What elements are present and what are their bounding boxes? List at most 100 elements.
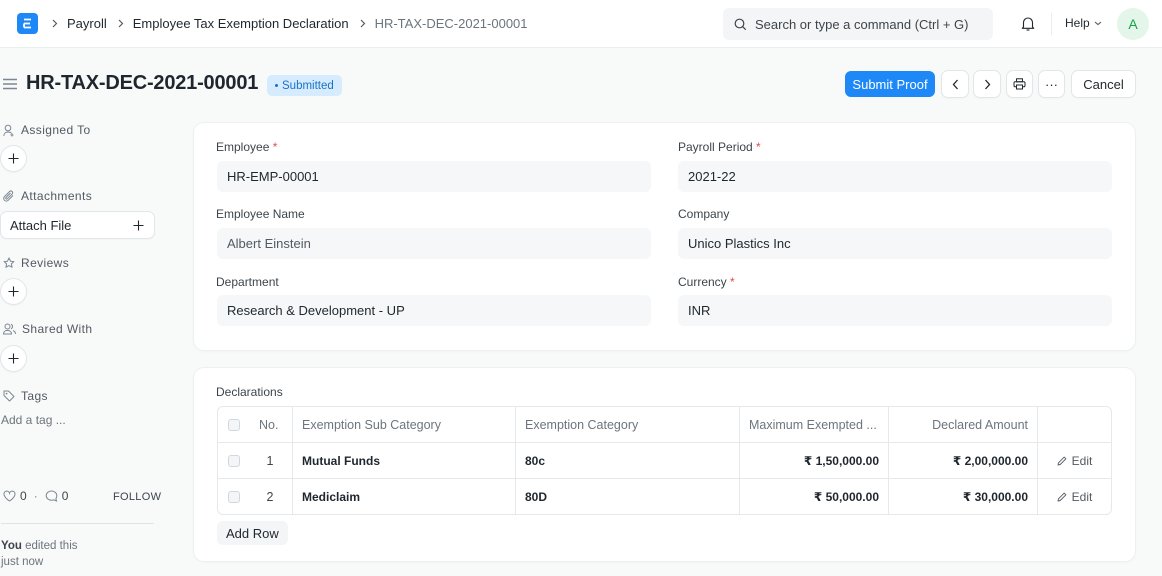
comment-count: 0	[61, 489, 69, 503]
next-record-button[interactable]	[974, 71, 1000, 97]
payroll-period-label: Payroll Period *	[678, 140, 761, 154]
reviews-section: Reviews	[3, 256, 69, 270]
department-field[interactable]: Research & Development - UP	[217, 295, 651, 326]
navbar: Payroll Employee Tax Exemption Declarati…	[0, 0, 1162, 48]
chevron-right-icon	[984, 79, 990, 89]
sidebar-toggle[interactable]	[3, 78, 17, 93]
heart-icon[interactable]	[3, 490, 16, 502]
status-label: Submitted	[282, 79, 334, 92]
currency-label: Currency *	[678, 275, 735, 289]
employee-label: Employee *	[216, 140, 278, 154]
user-avatar[interactable]: A	[1117, 8, 1149, 40]
notifications-button[interactable]	[1020, 15, 1036, 35]
row-checkbox[interactable]	[228, 454, 240, 467]
max-exempted-cell[interactable]: ₹ 1,50,000.00	[739, 443, 888, 478]
breadcrumb-doctype[interactable]: Employee Tax Exemption Declaration	[133, 16, 349, 31]
activity-time: just now	[1, 556, 44, 568]
shared-with-section: Shared With	[3, 322, 92, 336]
activity-log: You edited this just now	[1, 538, 78, 570]
category-cell[interactable]: 80c	[515, 443, 739, 478]
table-row[interactable]: 1 Mutual Funds 80c ₹ 1,50,000.00 ₹ 2,00,…	[218, 442, 1111, 478]
plus-icon	[133, 220, 144, 230]
edit-row-button[interactable]: Edit	[1037, 443, 1111, 478]
declared-amount-cell[interactable]: ₹ 2,00,000.00	[888, 443, 1037, 478]
payroll-period-field[interactable]: 2021-22	[678, 161, 1112, 192]
company-label: Company	[678, 207, 730, 221]
navbar-divider	[1051, 13, 1052, 35]
plus-icon	[8, 153, 19, 164]
page-title: HR-TAX-DEC-2021-00001	[26, 72, 259, 94]
print-button[interactable]	[1007, 71, 1032, 97]
currency-field[interactable]: INR	[678, 295, 1112, 326]
sub-category-cell[interactable]: Mutual Funds	[292, 443, 515, 478]
chevron-right-icon	[360, 19, 366, 28]
breadcrumb: Payroll Employee Tax Exemption Declarati…	[52, 16, 539, 31]
add-review-button[interactable]	[1, 279, 26, 304]
chevron-right-icon	[118, 19, 124, 28]
column-header-actions	[1037, 407, 1111, 442]
help-dropdown[interactable]: Help	[1065, 16, 1102, 30]
like-count: 0	[20, 489, 27, 503]
previous-record-button[interactable]	[942, 71, 968, 97]
cancel-button[interactable]: Cancel	[1072, 71, 1135, 97]
comment-icon[interactable]	[45, 490, 58, 502]
pencil-icon	[1057, 456, 1067, 465]
follow-button[interactable]: FOLLOW	[113, 491, 161, 503]
activity-text: edited this	[21, 540, 78, 552]
category-cell[interactable]: 80D	[515, 479, 739, 514]
breadcrumb-current[interactable]: HR-TAX-DEC-2021-00001	[375, 16, 528, 31]
declared-amount-cell[interactable]: ₹ 30,000.00	[888, 479, 1037, 514]
chevron-left-icon	[952, 79, 958, 89]
sidebar-divider	[1, 523, 154, 524]
details-card: Employee * HR-EMP-00001 Employee Name Al…	[194, 123, 1135, 350]
table-row[interactable]: 2 Mediclaim 80D ₹ 50,000.00 ₹ 30,000.00 …	[218, 478, 1111, 514]
edit-row-button[interactable]: Edit	[1037, 479, 1111, 514]
users-icon	[3, 323, 16, 335]
status-badge: Submitted	[267, 75, 342, 96]
star-icon	[3, 257, 15, 268]
column-header-max-exempted: Maximum Exempted ...	[739, 407, 888, 442]
select-all-checkbox[interactable]	[228, 418, 240, 431]
shared-with-label: Shared With	[22, 322, 93, 336]
paperclip-icon	[3, 190, 14, 202]
header-select-cell: No.	[218, 407, 292, 442]
employee-field[interactable]: HR-EMP-00001	[217, 161, 651, 192]
erpnext-logo-icon	[23, 18, 31, 29]
tags-label: Tags	[21, 389, 48, 403]
submit-proof-button[interactable]: Submit Proof	[845, 71, 935, 97]
sub-category-cell[interactable]: Mediclaim	[292, 479, 515, 514]
more-actions-button[interactable]: ···	[1039, 71, 1064, 97]
help-label: Help	[1065, 16, 1090, 30]
app-logo[interactable]	[17, 13, 38, 34]
employee-name-label: Employee Name	[216, 207, 305, 221]
edit-label: Edit	[1071, 453, 1093, 468]
activity-user: You	[1, 540, 22, 552]
bell-icon	[1021, 17, 1035, 31]
search-bar[interactable]: Search or type a command (Ctrl + G)	[723, 8, 993, 40]
attach-file-button[interactable]: Attach File	[1, 212, 154, 238]
assigned-to-label: Assigned To	[21, 123, 91, 137]
max-exempted-cell[interactable]: ₹ 50,000.00	[739, 479, 888, 514]
declarations-table: No. Exemption Sub Category Exemption Cat…	[217, 406, 1112, 515]
menu-icon	[3, 78, 17, 90]
add-assignee-button[interactable]	[1, 146, 26, 171]
add-tag-input[interactable]: Add a tag ...	[1, 413, 66, 427]
attachments-section: Attachments	[3, 189, 92, 203]
add-share-button[interactable]	[1, 346, 26, 371]
breadcrumb-payroll[interactable]: Payroll	[67, 16, 107, 31]
column-header-sub-category: Exemption Sub Category	[292, 407, 515, 442]
table-header: No. Exemption Sub Category Exemption Cat…	[218, 407, 1111, 442]
add-row-button[interactable]: Add Row	[217, 521, 288, 545]
pencil-icon	[1057, 492, 1067, 501]
row-checkbox[interactable]	[228, 490, 240, 503]
plus-icon	[8, 353, 19, 364]
row-select-cell: 2	[218, 479, 292, 514]
separator-dot: ·	[33, 489, 38, 503]
declarations-label: Declarations	[216, 385, 283, 399]
printer-icon	[1013, 78, 1026, 90]
company-field[interactable]: Unico Plastics Inc	[678, 228, 1112, 259]
chevron-right-icon	[52, 19, 58, 28]
column-header-category: Exemption Category	[515, 407, 739, 442]
assigned-to-section: Assigned To	[3, 123, 91, 137]
reviews-label: Reviews	[21, 256, 70, 270]
